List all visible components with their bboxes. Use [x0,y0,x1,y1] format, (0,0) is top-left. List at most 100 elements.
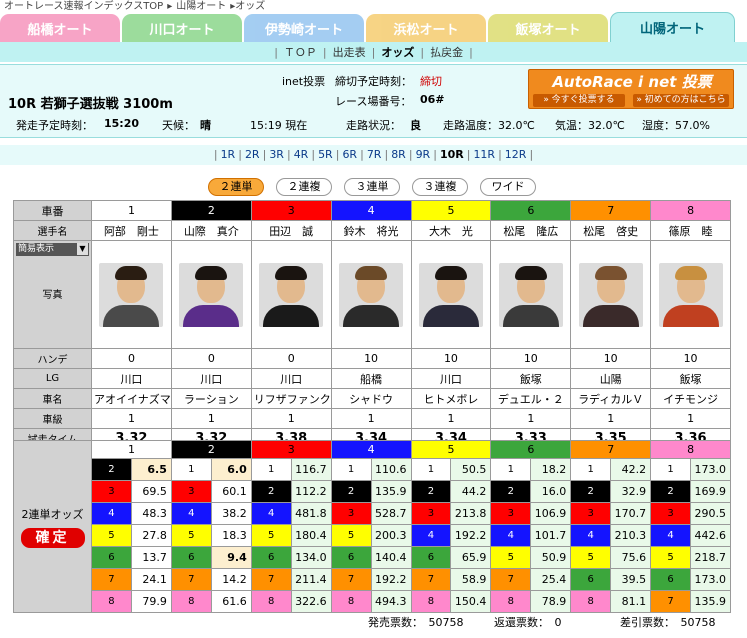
bet-type-1[interactable]: ２連複 [276,178,332,196]
odds-value[interactable]: 135.9 [690,590,731,613]
rider-name-2[interactable]: 山際 真介 [170,220,252,241]
odds-value[interactable]: 110.6 [370,458,412,481]
odds-value[interactable]: 38.2 [210,502,252,525]
odds-value[interactable]: 60.1 [210,480,252,503]
breadcrumb-sanyo[interactable]: 山陽オート [176,1,226,12]
inet-vote-banner[interactable]: AutoRace i net 投票 » 今すぐ投票する » 初めての方はこちら [528,69,734,109]
rider-name-8[interactable]: 篠原 睦 [650,220,731,241]
rider-photo [179,262,244,327]
rider-name-7[interactable]: 松尾 啓史 [570,220,652,241]
odds-value[interactable]: 150.4 [450,590,492,613]
round-5R[interactable]: 5R [318,148,333,161]
odds-value[interactable]: 200.3 [370,524,412,547]
odds-value[interactable]: 14.2 [210,568,252,591]
bet-type-3[interactable]: ３連複 [412,178,468,196]
rider-name-3[interactable]: 田辺 誠 [250,220,332,241]
round-7R[interactable]: 7R [367,148,382,161]
round-9R[interactable]: 9R [416,148,431,161]
odds-value[interactable]: 18.2 [530,458,572,481]
tab-4[interactable]: 飯塚オート [488,14,608,42]
subnav-entries[interactable]: 出走表 [333,44,366,60]
odds-value[interactable]: 173.0 [690,458,731,481]
odds-value[interactable]: 213.8 [450,502,492,525]
odds-value[interactable]: 210.3 [610,524,652,547]
odds-value[interactable]: 170.7 [610,502,652,525]
round-1R[interactable]: 1R [221,148,236,161]
odds-value[interactable]: 106.9 [530,502,572,525]
row-car-number: 車番 1 2 3 4 5 6 7 8 [13,200,731,221]
odds-value[interactable]: 528.7 [370,502,412,525]
round-2R[interactable]: 2R [245,148,260,161]
round-3R[interactable]: 3R [269,148,284,161]
odds-value[interactable]: 192.2 [450,524,492,547]
rider-name-1[interactable]: 阿部 剛士 [91,220,172,241]
odds-value[interactable]: 75.6 [610,546,652,569]
odds-value[interactable]: 81.1 [610,590,652,613]
odds-value[interactable]: 211.4 [290,568,332,591]
rider-name-6[interactable]: 松尾 隆広 [490,220,572,241]
subnav-payout[interactable]: 払戻金 [430,44,463,60]
odds-value[interactable]: 290.5 [690,502,731,525]
round-10R[interactable]: 10R [440,148,464,161]
odds-value[interactable]: 44.2 [450,480,492,503]
odds-value[interactable]: 25.4 [530,568,572,591]
round-6R[interactable]: 6R [342,148,357,161]
odds-value[interactable]: 218.7 [690,546,731,569]
odds-value[interactable]: 6.0 [210,458,252,481]
odds-value[interactable]: 135.9 [370,480,412,503]
odds-value[interactable]: 173.0 [690,568,731,591]
tab-2[interactable]: 伊勢崎オート [244,14,364,42]
odds-value[interactable]: 13.7 [130,546,172,569]
breadcrumb-top[interactable]: オートレース速報インデックスTOP [4,1,163,12]
tab-1[interactable]: 川口オート [122,14,242,42]
odds-value[interactable]: 442.6 [690,524,731,547]
odds-value[interactable]: 69.5 [130,480,172,503]
round-12R[interactable]: 12R [505,148,527,161]
tab-0[interactable]: 船橋オート [0,14,120,42]
odds-value[interactable]: 9.4 [210,546,252,569]
class-6: 1 [490,408,572,429]
odds-value[interactable]: 58.9 [450,568,492,591]
tab-5[interactable]: 山陽オート [610,12,735,42]
odds-value[interactable]: 481.8 [290,502,332,525]
odds-value[interactable]: 6.5 [130,458,172,481]
odds-value[interactable]: 39.5 [610,568,652,591]
rider-name-5[interactable]: 大木 光 [410,220,492,241]
tab-3[interactable]: 浜松オート [366,14,486,42]
odds-value[interactable]: 50.9 [530,546,572,569]
odds-value[interactable]: 494.3 [370,590,412,613]
odds-value[interactable]: 134.0 [290,546,332,569]
odds-value[interactable]: 18.3 [210,524,252,547]
odds-value[interactable]: 42.2 [610,458,652,481]
odds-value[interactable]: 180.4 [290,524,332,547]
subnav-odds[interactable]: オッズ [381,44,414,60]
odds-value[interactable]: 27.8 [130,524,172,547]
bet-type-2[interactable]: ３連単 [344,178,400,196]
odds-value[interactable]: 24.1 [130,568,172,591]
round-4R[interactable]: 4R [294,148,309,161]
odds-value[interactable]: 78.9 [530,590,572,613]
odds-value[interactable]: 50.5 [450,458,492,481]
vote-now-button[interactable]: » 今すぐ投票する [533,94,625,107]
bet-type-4[interactable]: ワイド [480,178,536,196]
odds-value[interactable]: 65.9 [450,546,492,569]
odds-value[interactable]: 101.7 [530,524,572,547]
odds-value[interactable]: 48.3 [130,502,172,525]
sort-dropdown[interactable]: 簡易表示 ▼ [16,243,89,256]
odds-value[interactable]: 322.6 [290,590,332,613]
odds-value[interactable]: 32.9 [610,480,652,503]
subnav-top[interactable]: ＴＯＰ [284,44,317,60]
odds-value[interactable]: 116.7 [290,458,332,481]
first-time-button[interactable]: » 初めての方はこちら [633,94,729,107]
odds-value[interactable]: 169.9 [690,480,731,503]
odds-value[interactable]: 112.2 [290,480,332,503]
odds-value[interactable]: 192.2 [370,568,412,591]
odds-value[interactable]: 16.0 [530,480,572,503]
odds-value[interactable]: 140.4 [370,546,412,569]
round-11R[interactable]: 11R [473,148,495,161]
bet-type-0[interactable]: ２連単 [208,178,264,196]
round-8R[interactable]: 8R [391,148,406,161]
odds-value[interactable]: 79.9 [130,590,172,613]
odds-value[interactable]: 61.6 [210,590,252,613]
rider-name-4[interactable]: 鈴木 将光 [330,220,412,241]
